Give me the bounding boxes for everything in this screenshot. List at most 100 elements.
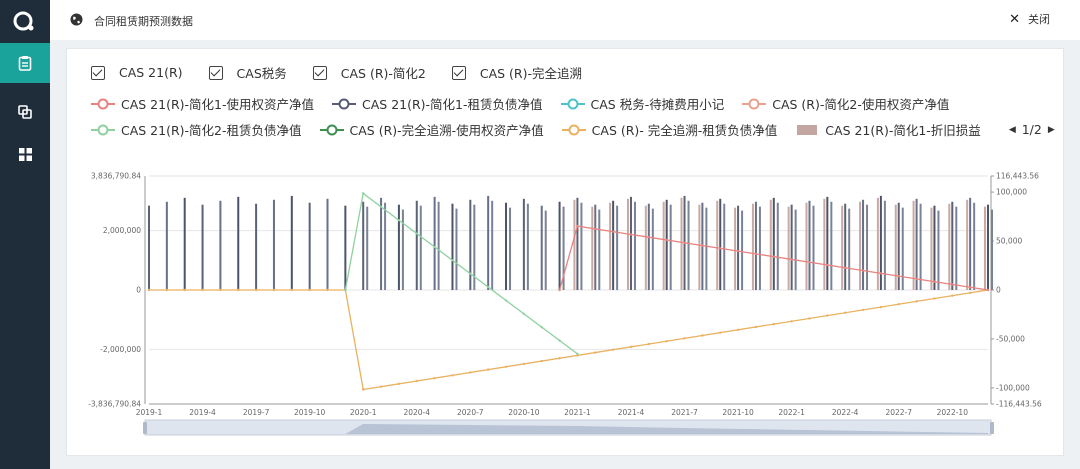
filter-checkbox[interactable]: CAS 21(R)	[91, 65, 183, 80]
bar	[633, 201, 636, 290]
bar	[591, 206, 594, 290]
series-marker	[611, 348, 615, 351]
bar	[687, 200, 690, 290]
series-marker	[665, 238, 668, 242]
bar	[754, 201, 757, 290]
checkbox-checked-icon	[451, 65, 466, 80]
legend-pager: ◀ 1/2 ▶	[1009, 122, 1055, 137]
right-axis-tick-label: 116,443.56	[996, 172, 1039, 181]
series-marker	[843, 266, 847, 269]
sidebar-item-copy[interactable]	[0, 92, 50, 132]
bar	[522, 198, 525, 290]
legend-bar-swatch-icon	[797, 124, 818, 135]
sidebar-item-grid[interactable]	[0, 134, 50, 174]
bar	[894, 204, 897, 290]
series-marker	[683, 241, 686, 244]
legend-item[interactable]: CAS 21(R)-简化1-使用权资产净值	[91, 94, 314, 113]
legend-item[interactable]: CAS 21(R)-简化2-租赁负债净值	[91, 120, 302, 139]
legend-page-indicator: 1/2	[1021, 122, 1042, 137]
series-marker	[647, 342, 651, 346]
data-zoom-handle-left[interactable]	[143, 422, 147, 434]
bar	[966, 199, 969, 290]
bar	[662, 201, 665, 290]
legend-item[interactable]: CAS 21(R)-简化1-租赁负债净值	[332, 94, 543, 113]
grid-icon	[18, 147, 32, 161]
bar	[326, 198, 329, 290]
bar	[612, 200, 615, 290]
close-icon: ✕	[1009, 11, 1020, 27]
series-marker	[558, 288, 561, 292]
bar	[751, 203, 754, 290]
bar	[734, 207, 737, 290]
bar	[183, 197, 186, 290]
bar	[558, 201, 561, 290]
x-axis-tick-label: 2022-7	[885, 408, 912, 417]
series-marker	[933, 280, 936, 283]
series-marker	[861, 269, 865, 272]
series-marker	[290, 288, 294, 292]
legend-label: CAS 21(R)-简化1-租赁负债净值	[362, 97, 543, 112]
bar	[573, 199, 576, 290]
legend-prev-icon[interactable]: ◀	[1009, 125, 1016, 135]
series-marker	[237, 288, 240, 292]
series-marker	[379, 385, 383, 388]
bar	[794, 209, 797, 290]
legend-item[interactable]: CAS 21(R)-简化1-折旧损益	[795, 120, 981, 139]
bar	[576, 197, 579, 290]
x-axis-tick-label: 2019-4	[189, 408, 216, 417]
series-marker	[522, 312, 526, 315]
x-axis-tick-label: 2020-1	[350, 408, 377, 417]
series-marker	[201, 288, 204, 292]
legend-item[interactable]: CAS (R)-完全追溯-使用权资产净值	[319, 120, 544, 139]
bar	[912, 200, 915, 290]
bar	[644, 205, 647, 290]
bar	[969, 197, 972, 290]
bar	[505, 202, 508, 290]
legend-line-marker-icon	[742, 98, 767, 109]
x-axis-tick-label: 2022-1	[778, 408, 805, 417]
series-marker	[362, 192, 365, 195]
series-marker	[397, 218, 401, 222]
filter-checkbox[interactable]: CAS (R)-完全追溯	[451, 63, 582, 82]
window-title: 合同租赁期预测数据	[94, 15, 193, 28]
bar	[255, 203, 258, 290]
legend-item[interactable]: CAS (R)-简化2-使用权资产净值	[742, 94, 949, 113]
sidebar	[0, 0, 50, 469]
bar	[859, 201, 862, 290]
filter-checkbox[interactable]: CAS (R)-简化2	[312, 63, 426, 82]
data-zoom-handle-right[interactable]	[990, 422, 994, 434]
bar	[933, 205, 936, 290]
bar	[705, 207, 708, 290]
series-marker	[951, 294, 954, 297]
bar	[272, 199, 275, 290]
right-axis-tick-label: 50,000	[996, 237, 1022, 246]
bar	[955, 206, 958, 290]
series-marker	[272, 288, 276, 292]
close-button[interactable]: ✕ 关闭	[1009, 11, 1050, 27]
series-marker	[665, 339, 668, 343]
left-axis-tick-label: -3,836,790.84	[88, 400, 141, 409]
filter-checkbox[interactable]: CAS税务	[208, 63, 287, 82]
title-bar: 合同租赁期预测数据 ✕ 关闭	[50, 0, 1080, 40]
legend-item[interactable]: CAS 税务-待摊费用小记	[560, 94, 724, 113]
series-marker	[843, 311, 847, 314]
series-marker	[701, 334, 704, 337]
series-marker	[826, 263, 829, 267]
bar	[397, 204, 400, 290]
bar	[290, 195, 293, 290]
series-marker	[308, 288, 311, 292]
bar	[669, 204, 672, 290]
series-marker	[486, 368, 490, 371]
series-marker	[451, 374, 454, 377]
series-marker	[719, 247, 722, 250]
series-marker	[576, 224, 579, 228]
legend-item[interactable]: CAS (R)- 完全追溯-租赁负债净值	[561, 120, 777, 139]
left-axis-tick-label: -2,000,000	[100, 345, 141, 354]
bar	[741, 210, 744, 290]
series-marker	[344, 288, 347, 292]
series-marker	[701, 244, 704, 247]
sidebar-item-clipboard[interactable]	[0, 43, 50, 83]
series-marker	[165, 288, 169, 292]
legend-next-icon[interactable]: ▶	[1048, 125, 1055, 135]
series-marker	[897, 274, 900, 278]
